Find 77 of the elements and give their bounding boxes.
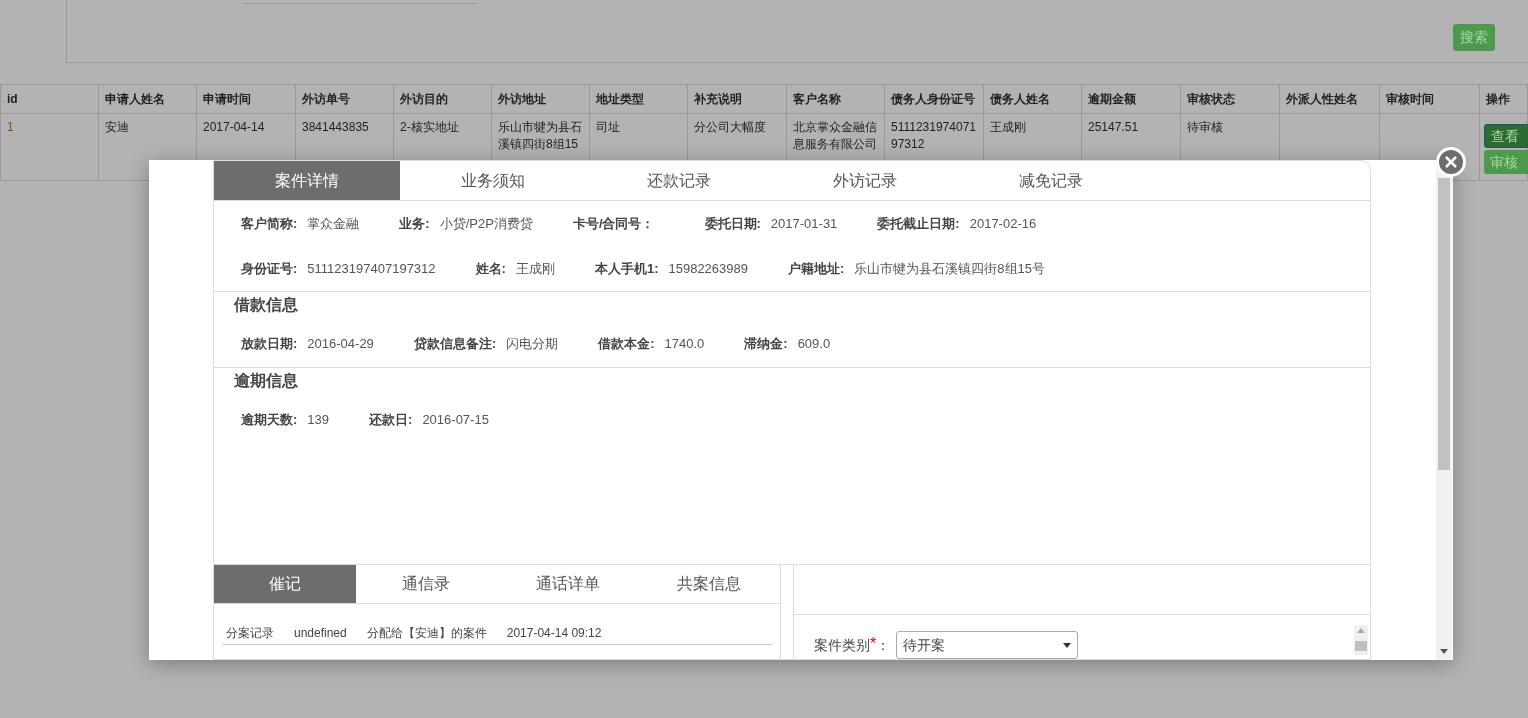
- form-label: 案件类别: [814, 636, 870, 655]
- section-title: 借款信息: [232, 295, 299, 314]
- table-cell: 司址: [596, 120, 620, 134]
- table-cell: 2-核实地址: [400, 120, 459, 134]
- column-header: 外访单号: [295, 84, 394, 114]
- field-label: 客户简称:: [241, 214, 298, 233]
- dropdown-arrow-icon: [1063, 642, 1072, 648]
- column-header: 申请时间: [196, 84, 296, 114]
- table-cell: 安迪: [105, 120, 129, 134]
- table-cell: 北京掌众金融信息服务有限公司: [793, 120, 877, 151]
- scrollbar[interactable]: [1354, 625, 1368, 655]
- field-value: 2017-01-31: [770, 214, 838, 233]
- column-header: 地址类型: [589, 84, 688, 114]
- field-label: 逾期天数:: [241, 410, 298, 429]
- field-label: 身份证号:: [241, 259, 298, 278]
- field-label: 还款日:: [369, 410, 413, 429]
- record-text: undefined: [294, 625, 347, 642]
- column-header: 外访目的: [393, 84, 492, 114]
- field-label: 卡号/合同号：: [572, 214, 655, 233]
- field-value: 511123197407197312: [307, 259, 436, 278]
- table-cell: 2017-04-14: [203, 120, 265, 134]
- column-header: 补充说明: [687, 84, 787, 114]
- field-value: 2016-04-29: [307, 334, 374, 353]
- record-text: 分配给【安迪】的案件: [366, 625, 487, 642]
- table-cell: 511123197407197312: [891, 120, 976, 151]
- column-header: id: [0, 84, 99, 114]
- form-separator: ：: [876, 636, 891, 655]
- column-header: 客户名称: [786, 84, 885, 114]
- column-header: 债务人身份证号: [884, 84, 984, 114]
- required-mark: *: [870, 634, 877, 654]
- table-cell: 王成刚: [990, 120, 1026, 134]
- field-value: 1740.0: [664, 334, 705, 353]
- field-label: 本人手机1:: [594, 259, 659, 278]
- column-header: 操作: [1479, 84, 1528, 114]
- table-cell: 3841443835: [302, 120, 369, 134]
- table-cell: 1: [7, 120, 14, 134]
- column-header: 外访地址: [491, 84, 590, 114]
- field-label: 借款本金:: [598, 334, 655, 353]
- field-label: 委托截止日期:: [877, 214, 960, 233]
- section-title: 逾期信息: [233, 371, 299, 390]
- field-value: 2017-02-16: [969, 214, 1037, 233]
- field-label: 姓名:: [475, 259, 506, 278]
- scroll-down-icon: [1440, 649, 1448, 654]
- tab[interactable]: 案件详情: [214, 161, 400, 200]
- field-label: 委托日期:: [704, 214, 761, 233]
- field-label: 滞纳金:: [744, 334, 788, 353]
- table-cell: 25147.51: [1088, 120, 1139, 134]
- field-value: 掌众金融: [307, 214, 360, 233]
- table-cell: 乐山市犍为县石溪镇四街8组15: [498, 120, 582, 151]
- record-text: 分案记录: [226, 625, 274, 642]
- field-label: 户籍地址:: [788, 259, 845, 278]
- field-value: 15982263989: [668, 259, 748, 278]
- field-value: 2016-07-15: [422, 410, 489, 429]
- column-header: 债务人姓名: [983, 84, 1082, 114]
- field-value: 闪电分期: [506, 334, 559, 353]
- field-value: 乐山市犍为县石溪镇四街8组15号: [854, 259, 1046, 278]
- case-type-select[interactable]: 待开案: [896, 631, 1079, 659]
- column-header: 审核状态: [1180, 84, 1280, 114]
- field-label: 业务:: [399, 214, 430, 233]
- column-header: 逾期金额: [1081, 84, 1181, 114]
- field-label: 贷款信息备注:: [413, 334, 497, 353]
- record-text: 2017-04-14 09:12: [506, 625, 602, 642]
- table-cell: 分公司大幅度: [694, 120, 766, 134]
- field-label: 放款日期:: [241, 334, 298, 353]
- tab[interactable]: 催记: [214, 565, 356, 603]
- scroll-up-icon: [1357, 628, 1365, 633]
- field-value: 小贷/P2P消费贷: [439, 214, 533, 233]
- field-value: 王成刚: [515, 259, 555, 278]
- close-icon: [1445, 156, 1457, 168]
- column-header: 申请人姓名: [98, 84, 197, 114]
- column-header: 外派人性姓名: [1279, 84, 1380, 114]
- close-button[interactable]: [1436, 147, 1466, 177]
- field-value: 139: [307, 410, 330, 429]
- action-button[interactable]: 查看: [1484, 124, 1528, 148]
- field-value: 609.0: [797, 334, 831, 353]
- column-header: 审核时间: [1379, 84, 1480, 114]
- table-cell: 待审核: [1187, 120, 1223, 134]
